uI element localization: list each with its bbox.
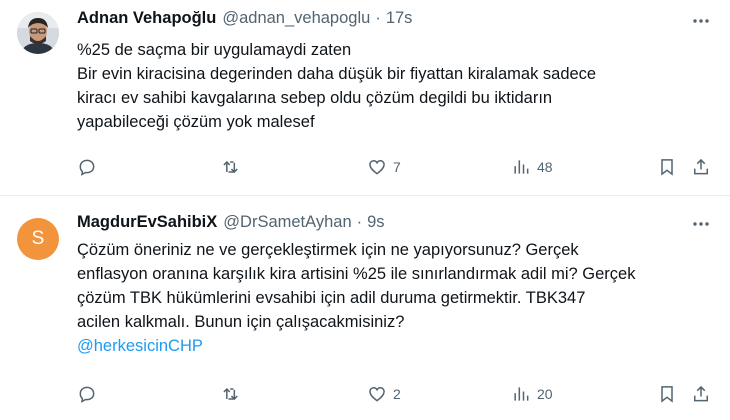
- reply-icon: [79, 159, 95, 176]
- tweet-line: kiracı ev sahibi kavgalarına sebep oldu …: [77, 89, 553, 107]
- avatar[interactable]: [17, 12, 59, 54]
- tweet-line: Bir evin kiracisina degerinden daha düşü…: [77, 65, 597, 83]
- tweet-line: çözüm TBK hükümlerini evsahibi için adil…: [77, 289, 586, 307]
- bookmark-button[interactable]: [657, 382, 677, 406]
- separator: ·: [375, 9, 381, 27]
- reply-button[interactable]: [77, 155, 103, 179]
- avatar-photo: [17, 12, 59, 54]
- retweet-button[interactable]: [221, 155, 247, 179]
- like-button[interactable]: 7: [367, 155, 401, 179]
- action-bar: 7 48: [77, 155, 717, 179]
- author-name[interactable]: Adnan Vehapoğlu: [77, 9, 216, 28]
- avatar-letter: S: [31, 228, 45, 249]
- reply-button[interactable]: [77, 382, 103, 406]
- tweet-line: enflasyon oranına karşılık kira artisini…: [77, 265, 636, 283]
- reply-icon: [79, 386, 95, 403]
- views-button[interactable]: 48: [511, 155, 553, 179]
- retweet-icon: [223, 160, 238, 174]
- author-handle[interactable]: @DrSametAyhan: [223, 213, 351, 232]
- share-icon: [694, 385, 708, 402]
- retweet-button[interactable]: [221, 382, 247, 406]
- tweet-line: %25 de saçma bir uygulamaydi zaten: [77, 41, 352, 59]
- views-button[interactable]: 20: [511, 382, 553, 406]
- timestamp[interactable]: 9s: [367, 213, 384, 232]
- like-count: 7: [393, 159, 401, 175]
- views-icon: [514, 160, 529, 174]
- share-button[interactable]: [691, 155, 711, 179]
- views-icon: [514, 387, 529, 401]
- share-button[interactable]: [691, 382, 711, 406]
- tweet-text: %25 de saçma bir uygulamaydi zaten Bir e…: [77, 38, 717, 134]
- tweet-line: Çözüm öneriniz ne ve gerçekleştirmek içi…: [77, 241, 579, 259]
- like-button[interactable]: 2: [367, 382, 401, 406]
- bookmark-icon: [661, 159, 673, 176]
- tweet[interactable]: Adnan Vehapoğlu @adnan_vehapoglu · 17s %…: [0, 0, 730, 196]
- bookmark-icon: [661, 386, 673, 403]
- mention-link[interactable]: @herkesicinCHP: [77, 334, 717, 358]
- tweet-header: Adnan Vehapoğlu @adnan_vehapoglu · 17s: [77, 9, 412, 28]
- like-icon: [369, 159, 385, 175]
- tweet-header: MagdurEvSahibiX @DrSametAyhan · 9s: [77, 213, 385, 232]
- tweet-text: Çözüm öneriniz ne ve gerçekleştirmek içi…: [77, 238, 717, 358]
- timestamp[interactable]: 17s: [386, 9, 413, 28]
- views-count: 48: [537, 159, 553, 175]
- more-icon[interactable]: [690, 10, 712, 32]
- bookmark-button[interactable]: [657, 155, 677, 179]
- share-icon: [694, 158, 708, 175]
- like-icon: [369, 386, 385, 402]
- like-count: 2: [393, 386, 401, 402]
- more-icon[interactable]: [690, 213, 712, 235]
- author-name[interactable]: MagdurEvSahibiX: [77, 213, 217, 232]
- separator: ·: [356, 213, 363, 231]
- retweet-icon: [223, 387, 238, 401]
- action-bar: 2 20: [77, 382, 717, 406]
- views-count: 20: [537, 386, 553, 402]
- tweet-line: acilen kalkmalı. Bunun için çalışacakmis…: [77, 313, 405, 331]
- author-handle[interactable]: @adnan_vehapoglu: [222, 9, 370, 28]
- avatar[interactable]: S: [17, 218, 59, 260]
- tweet-line: yapabileceği çözüm yok malesef: [77, 113, 315, 131]
